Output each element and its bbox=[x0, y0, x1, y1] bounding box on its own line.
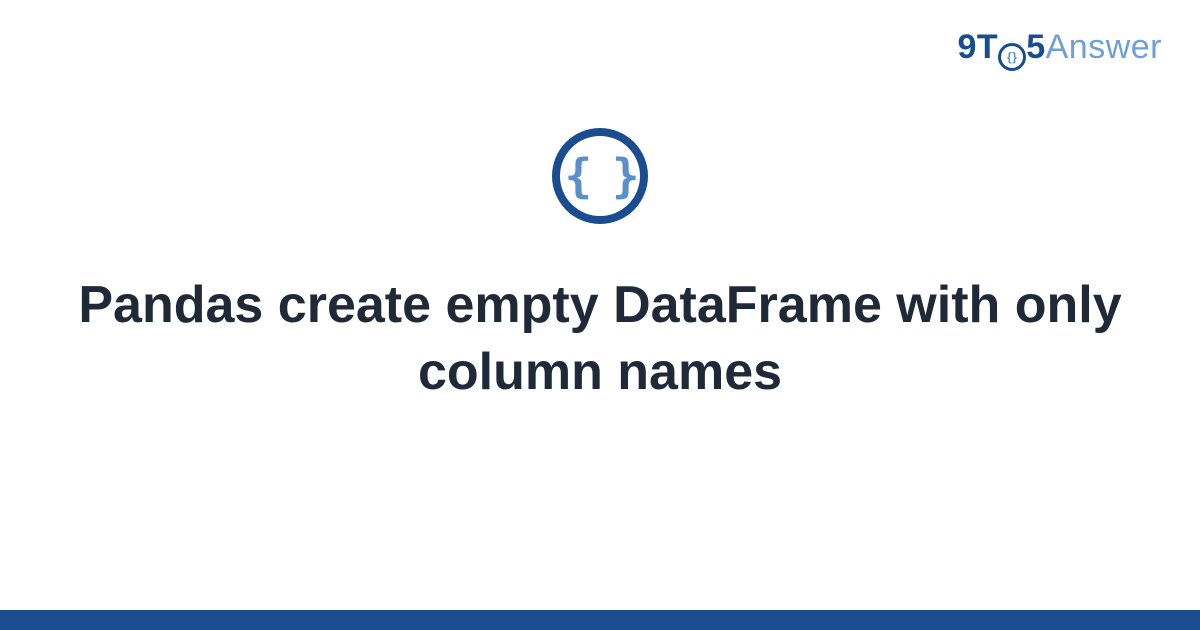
footer-bar bbox=[0, 610, 1200, 630]
page-title: Pandas create empty DataFrame with only … bbox=[75, 272, 1125, 405]
brand-suffix: Answer bbox=[1046, 28, 1162, 66]
brand-logo: 9T{}5Answer bbox=[958, 28, 1162, 71]
brand-prefix: 9T bbox=[958, 28, 999, 66]
brand-five: 5 bbox=[1026, 28, 1045, 66]
brand-o-icon: {} bbox=[998, 28, 1026, 71]
main-content: { } Pandas create empty DataFrame with o… bbox=[0, 128, 1200, 405]
code-braces-icon: { } bbox=[552, 128, 648, 224]
